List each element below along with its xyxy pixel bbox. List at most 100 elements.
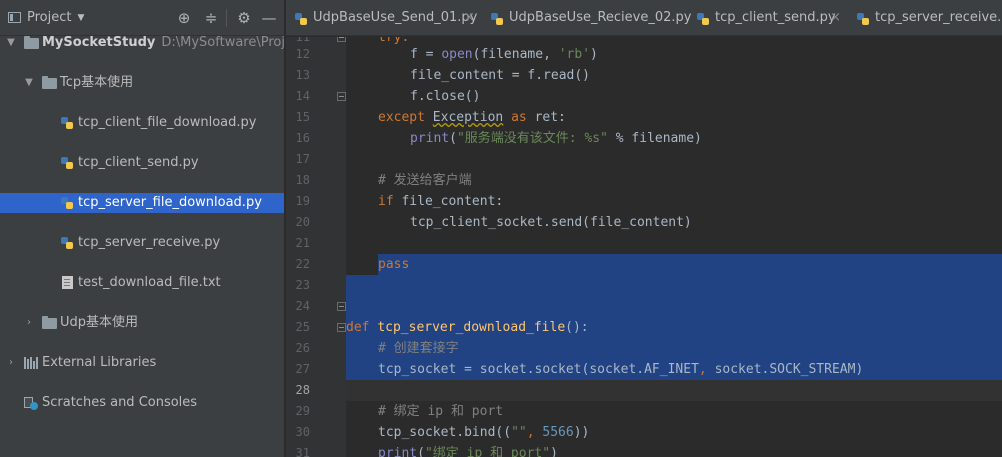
line-number: 29 <box>295 404 310 418</box>
chevron-right-icon[interactable]: › <box>23 313 35 333</box>
line-number: 23 <box>295 278 310 292</box>
scratches-icon <box>24 396 38 410</box>
line-number: 14 <box>295 89 310 103</box>
tree-item-label: External Libraries <box>42 355 157 370</box>
code-line: # 绑定 ip 和 port <box>378 404 504 419</box>
code-line: try: <box>378 37 410 45</box>
tree-item-project-root[interactable]: ▼ MySocketStudy D:\MySoftware\Projects\ <box>0 33 284 53</box>
libraries-icon <box>24 357 38 369</box>
tree-item-folder-tcp[interactable]: ▼ Tcp基本使用 <box>0 73 284 93</box>
tab-label: tcp_client_send.py <box>715 10 836 25</box>
tree-item-external-libraries[interactable]: › External Libraries <box>0 353 284 373</box>
tree-item-folder-udp[interactable]: › Udp基本使用 <box>0 313 284 333</box>
tab-label: UdpBaseUse_Recieve_02.py <box>509 10 692 25</box>
code-line: print("服务端没有该文件: %s" % filename) <box>410 131 702 146</box>
line-number: 24 <box>295 299 310 313</box>
code-line: tcp_client_socket.send(file_content) <box>410 215 692 230</box>
project-view-selector[interactable]: Project <box>27 10 71 25</box>
line-number: 13 <box>295 68 310 82</box>
tab-udp-recieve[interactable]: UdpBaseUse_Recieve_02.py <box>482 0 692 35</box>
tree-item-label: tcp_client_send.py <box>78 155 199 170</box>
text-file-icon <box>62 276 73 289</box>
python-file-icon <box>60 156 74 170</box>
fold-marker-icon[interactable] <box>337 302 346 311</box>
tab-tcp-server-receive[interactable]: tcp_server_receive.py <box>848 0 1002 35</box>
locate-file-icon[interactable]: ⊕ <box>175 9 193 27</box>
line-number: 26 <box>295 341 310 355</box>
code-line: f.close() <box>410 89 481 104</box>
code-area[interactable]: try: f = open(filename, 'rb') file_conte… <box>346 37 1002 457</box>
tree-item-file[interactable]: tcp_client_file_download.py <box>0 113 284 133</box>
project-path: D:\MySoftware\Projects\ <box>161 35 285 50</box>
tab-udp-send[interactable]: UdpBaseUse_Send_01.py × <box>286 0 482 35</box>
code-line: def tcp_server_download_file(): <box>346 320 589 335</box>
python-file-icon <box>856 12 870 26</box>
close-icon[interactable]: × <box>830 0 841 35</box>
python-file-icon <box>696 12 710 26</box>
code-line: tcp_socket.bind(("", 5566)) <box>378 425 590 440</box>
code-editor[interactable]: 11 12 13 14 15 16 17 18 19 20 21 22 23 2… <box>286 37 1002 457</box>
project-tree: ▼ MySocketStudy D:\MySoftware\Projects\ ▼… <box>0 33 284 410</box>
tree-item-label: Scratches and Consoles <box>42 395 198 410</box>
code-line: tcp_socket = socket.socket(socket.AF_INE… <box>378 362 864 377</box>
python-file-icon <box>490 12 504 26</box>
tree-item-file[interactable]: test_download_file.txt <box>0 273 284 293</box>
python-file-icon <box>294 12 308 26</box>
tree-item-file[interactable]: tcp_server_receive.py <box>0 233 284 253</box>
code-line: file_content = f.read() <box>410 68 591 83</box>
tree-item-scratches[interactable]: Scratches and Consoles <box>0 393 284 413</box>
gear-icon[interactable]: ⚙ <box>235 9 253 27</box>
tab-tcp-client-send[interactable]: tcp_client_send.py × <box>688 0 848 35</box>
tree-item-label: tcp_server_file_download.py <box>78 195 262 210</box>
line-number: 16 <box>295 131 310 145</box>
folder-icon <box>24 36 39 49</box>
line-number: 31 <box>295 446 310 457</box>
line-number: 15 <box>295 110 310 124</box>
python-file-icon <box>60 116 74 130</box>
tree-item-file[interactable]: tcp_client_send.py <box>0 153 284 173</box>
tree-item-label: test_download_file.txt <box>78 275 221 290</box>
line-number: 20 <box>295 215 310 229</box>
line-number-current: 28 <box>295 383 310 397</box>
project-panel-header: Project ▼ ⊕ ≑ ⚙ — <box>0 0 284 36</box>
fold-marker-icon[interactable] <box>337 92 346 101</box>
close-icon[interactable]: × <box>464 0 475 35</box>
tree-item-label: tcp_server_receive.py <box>78 235 221 250</box>
fold-marker-icon[interactable] <box>337 323 346 332</box>
line-number: 19 <box>295 194 310 208</box>
chevron-right-icon[interactable]: › <box>5 353 17 373</box>
tab-label: tcp_server_receive.py <box>875 10 1002 25</box>
tree-item-label: MySocketStudy <box>42 35 156 50</box>
project-panel: Project ▼ ⊕ ≑ ⚙ — ▼ MySocketStudy D:\MySo… <box>0 0 285 457</box>
tree-item-label: tcp_client_file_download.py <box>78 115 257 130</box>
line-number: 21 <box>295 236 310 250</box>
hide-panel-icon[interactable]: — <box>260 9 278 27</box>
line-number: 17 <box>295 152 310 166</box>
tree-item-file-selected[interactable]: tcp_server_file_download.py <box>0 193 284 213</box>
collapse-all-icon[interactable]: ≑ <box>202 9 220 27</box>
line-number: 12 <box>295 47 310 61</box>
chevron-down-icon[interactable]: ▼ <box>23 73 35 93</box>
code-line: f = open(filename, 'rb') <box>410 47 598 62</box>
folder-icon <box>42 76 57 89</box>
tree-item-label: Tcp基本使用 <box>60 75 134 90</box>
python-file-icon <box>60 196 74 210</box>
folder-icon <box>42 316 57 329</box>
project-icon <box>8 12 21 23</box>
chevron-down-icon[interactable]: ▼ <box>77 13 84 23</box>
code-line: print("绑定 ip 和 port") <box>378 446 558 457</box>
code-line: except Exception as ret: <box>378 110 566 125</box>
editor-tab-bar: UdpBaseUse_Send_01.py × UdpBaseUse_Recie… <box>286 0 1002 36</box>
code-line: if file_content: <box>378 194 504 209</box>
line-number: 18 <box>295 173 310 187</box>
line-number: 22 <box>295 257 310 271</box>
tree-item-label: Udp基本使用 <box>60 315 139 330</box>
code-line: # 发送给客户端 <box>378 173 472 188</box>
code-line: pass <box>378 254 410 275</box>
tab-label: UdpBaseUse_Send_01.py <box>313 10 478 25</box>
fold-marker-icon[interactable] <box>337 37 346 42</box>
line-number-gutter: 11 12 13 14 15 16 17 18 19 20 21 22 23 2… <box>286 37 346 457</box>
line-number: 25 <box>295 320 310 334</box>
chevron-down-icon[interactable]: ▼ <box>5 33 17 53</box>
python-file-icon <box>60 236 74 250</box>
